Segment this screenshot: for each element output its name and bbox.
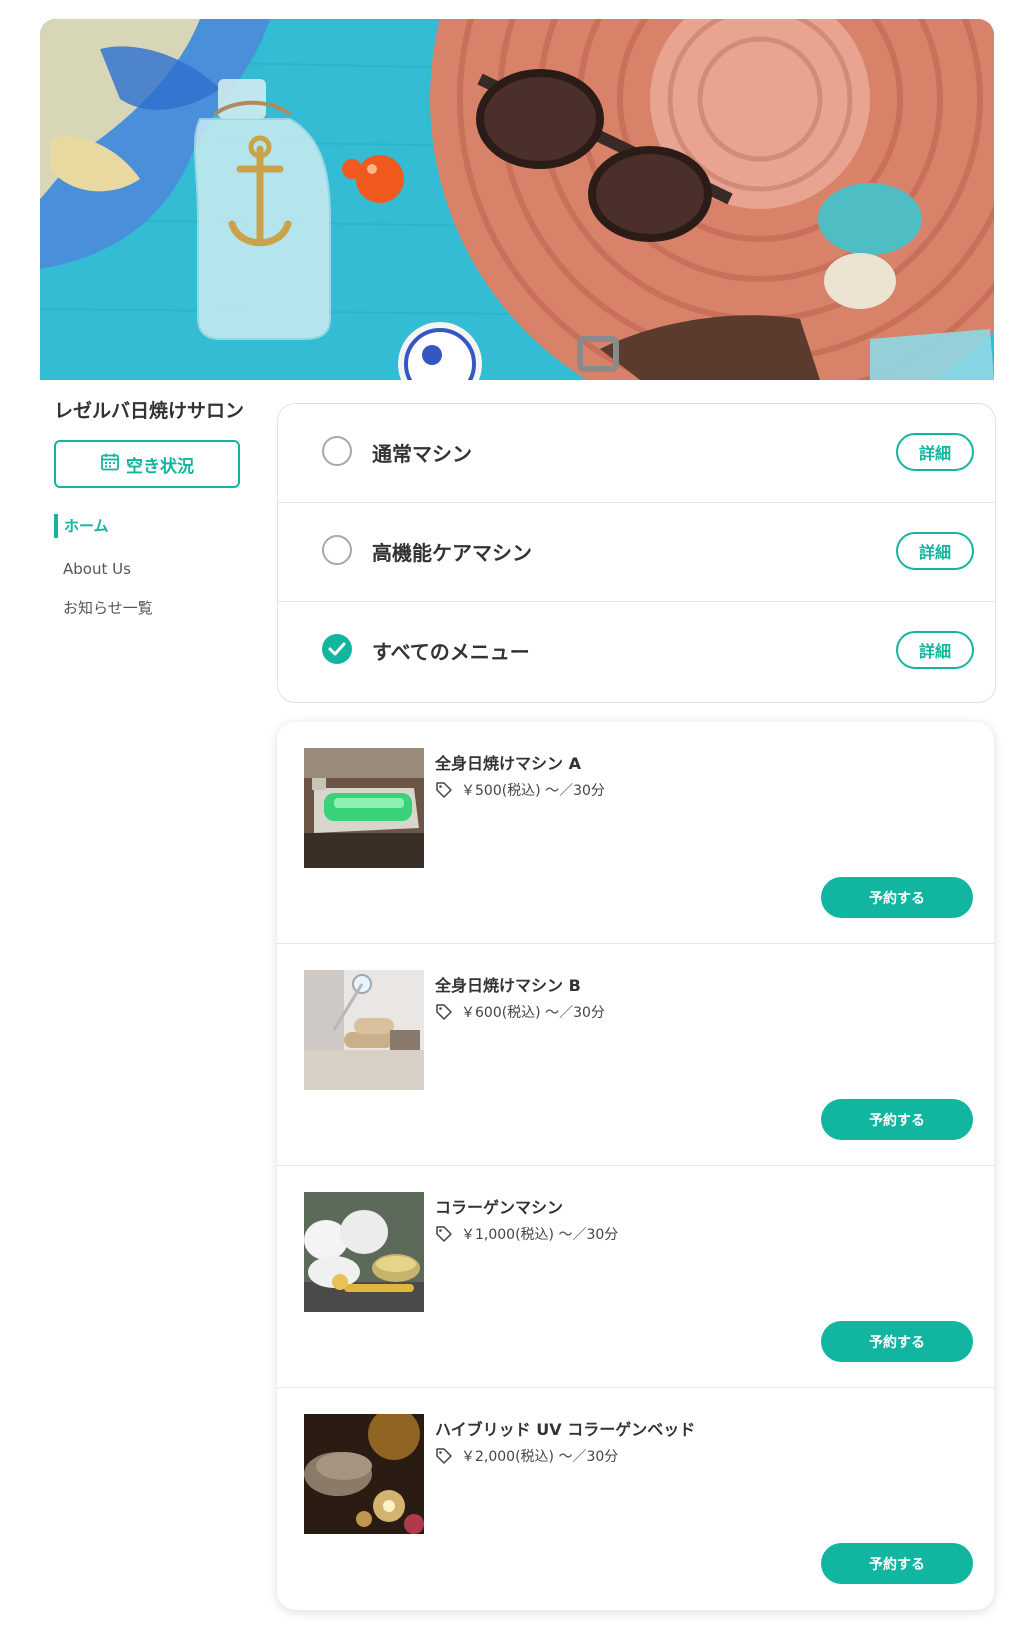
nav-about-us[interactable]: About Us	[63, 560, 131, 578]
tag-icon	[436, 1226, 452, 1242]
category-label: すべてのメニュー	[372, 640, 530, 664]
menu-item: コラーゲンマシン ￥1,000(税込) 〜／30分 予約する	[277, 1166, 994, 1388]
menu-item: ハイブリッド UV コラーゲンベッド ￥2,000(税込) 〜／30分 予約する	[277, 1388, 994, 1610]
availability-button[interactable]: 空き状況	[54, 440, 240, 488]
availability-label: 空き状況	[126, 456, 194, 477]
tag-icon	[436, 1004, 452, 1020]
menu-item: 全身日焼けマシン B ￥600(税込) 〜／30分 予約する	[277, 944, 994, 1166]
menu-item-price-row: ￥1,000(税込) 〜／30分	[435, 1224, 618, 1244]
detail-button[interactable]: 詳細	[896, 433, 974, 471]
menu-item-price: ￥600(税込) 〜／30分	[461, 1005, 605, 1021]
radio-button[interactable]	[322, 535, 352, 565]
menu-item-price: ￥500(税込) 〜／30分	[461, 783, 605, 799]
menu-item-name: 全身日焼けマシン B	[435, 976, 581, 995]
tag-icon	[436, 1448, 452, 1464]
salon-name: レゼルバ日焼けサロン	[54, 400, 245, 422]
menu-item-thumbnail	[304, 1192, 424, 1312]
category-option-all[interactable]: すべてのメニュー 詳細	[278, 602, 995, 701]
menu-item: 全身日焼けマシン A ￥500(税込) 〜／30分 予約する	[277, 722, 994, 944]
category-selector: 通常マシン 詳細 高機能ケアマシン 詳細 すべてのメニュー 詳細	[277, 403, 996, 703]
calendar-icon	[100, 452, 120, 477]
check-icon	[328, 642, 346, 656]
menu-item-price-row: ￥2,000(税込) 〜／30分	[435, 1446, 618, 1466]
sidebar: レゼルバ日焼けサロン 空き状況 ホーム About Us お知らせ一覧	[54, 396, 245, 617]
nav-news-list[interactable]: お知らせ一覧	[63, 597, 153, 618]
menu-item-price-row: ￥500(税込) 〜／30分	[435, 780, 605, 800]
nav-home[interactable]: ホーム	[54, 514, 109, 538]
reserve-button[interactable]: 予約する	[821, 1321, 973, 1362]
category-option-normal[interactable]: 通常マシン 詳細	[278, 404, 995, 503]
reserve-button[interactable]: 予約する	[821, 1543, 973, 1584]
reserve-button[interactable]: 予約する	[821, 877, 973, 918]
menu-item-thumbnail	[304, 970, 424, 1090]
category-label: 通常マシン	[372, 442, 472, 466]
radio-button[interactable]	[322, 436, 352, 466]
menu-item-name: 全身日焼けマシン A	[435, 754, 581, 773]
menu-item-price: ￥2,000(税込) 〜／30分	[461, 1449, 619, 1465]
reserve-button[interactable]: 予約する	[821, 1099, 973, 1140]
menu-list: 全身日焼けマシン A ￥500(税込) 〜／30分 予約する 全身日焼けマシン …	[277, 722, 994, 1610]
menu-item-thumbnail	[304, 1414, 424, 1534]
menu-item-price-row: ￥600(税込) 〜／30分	[435, 1002, 605, 1022]
menu-item-price: ￥1,000(税込) 〜／30分	[461, 1227, 619, 1243]
menu-item-name: ハイブリッド UV コラーゲンベッド	[435, 1420, 696, 1439]
hero-image	[40, 19, 994, 380]
tag-icon	[436, 782, 452, 798]
menu-item-name: コラーゲンマシン	[435, 1198, 564, 1217]
menu-item-thumbnail	[304, 748, 424, 868]
radio-button-selected[interactable]	[322, 634, 352, 664]
detail-button[interactable]: 詳細	[896, 631, 974, 669]
category-option-high-function[interactable]: 高機能ケアマシン 詳細	[278, 503, 995, 602]
category-label: 高機能ケアマシン	[372, 541, 532, 565]
detail-button[interactable]: 詳細	[896, 532, 974, 570]
